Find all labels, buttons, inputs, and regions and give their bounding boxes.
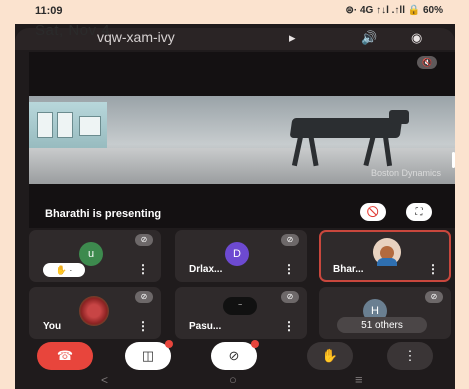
recents-button[interactable]: ≡: [355, 372, 363, 387]
participant-tile[interactable]: ⊘ You ⋮: [29, 287, 161, 339]
phone-screen: vqw-xam-ivy ▸ 🔊 ◉ 🔇 Boston Dynamics Bhar…: [15, 0, 455, 389]
participant-tile[interactable]: ⊘ D Drlax... ⋮: [175, 230, 307, 282]
notification-date: Sat, Nov 4: [35, 22, 111, 39]
video-watermark: Boston Dynamics: [370, 168, 441, 178]
camera-toggle-button[interactable]: ◫: [125, 340, 173, 370]
mic-off-icon: ⊘: [281, 291, 299, 303]
mic-off-icon: ⊘: [281, 234, 299, 246]
avatar: u: [79, 242, 103, 266]
mic-off-icon: ⊘: [135, 291, 153, 303]
avatar-logo: ~: [223, 297, 257, 315]
more-options-icon[interactable]: ⋮: [137, 262, 149, 276]
participant-name: Pasu...: [189, 321, 222, 332]
mic-off-icon: ⊘: [135, 234, 153, 246]
raise-hand-button[interactable]: ✋: [307, 342, 353, 370]
pin-off-button[interactable]: 🚫: [360, 203, 386, 221]
participant-tile[interactable]: ⊘ ~ Pasu... ⋮: [175, 287, 307, 339]
more-options-icon[interactable]: ⋮: [283, 262, 295, 276]
hand-icon: ✋: [321, 348, 339, 363]
raised-hand-icon: ✋ ·: [43, 263, 85, 277]
more-options-icon[interactable]: ⋮: [283, 319, 295, 333]
participant-name: Drlax...: [189, 264, 223, 275]
more-options-icon[interactable]: ⋮: [137, 319, 149, 333]
robot-head: [389, 110, 409, 124]
stage-mic-off-icon: 🔇: [417, 56, 437, 69]
scroll-indicator[interactable]: [452, 152, 455, 168]
end-call-icon: ☎: [56, 348, 74, 363]
status-bar: 11:09 ⊜· 4G ↑↓l .↑ll 🔒 60%: [15, 0, 455, 24]
avatar-photo: [79, 296, 109, 326]
others-count: 51 others: [337, 317, 427, 333]
mic-off-icon: ⊘: [425, 291, 443, 303]
participant-name: Bhar...: [333, 264, 364, 275]
presenting-label: Bharathi is presenting: [45, 208, 162, 220]
shared-video[interactable]: Boston Dynamics: [29, 96, 455, 184]
clock: 11:09: [35, 5, 63, 17]
avatar: D: [225, 242, 249, 266]
mic-off-icon: ⊘: [228, 348, 240, 363]
home-button[interactable]: ○: [229, 372, 237, 387]
call-controls: ☎ ◫ ⊘ ✋ ⋮: [15, 340, 455, 370]
more-icon: ⋮: [403, 348, 417, 363]
participant-tile[interactable]: ⊘ u ✋ · ⋮: [29, 230, 161, 282]
end-call-button[interactable]: ☎: [37, 342, 93, 370]
caret-icon[interactable]: ▸: [289, 30, 296, 46]
alert-badge: [251, 340, 259, 348]
others-tile[interactable]: ⊘ H 51 others: [319, 287, 451, 339]
mic-toggle-button[interactable]: ⊘: [211, 340, 259, 370]
fullscreen-button[interactable]: ⛶: [406, 203, 432, 221]
status-icons: ⊜· 4G ↑↓l .↑ll 🔒 60%: [345, 5, 443, 16]
avatar-photo: [373, 238, 401, 266]
more-button[interactable]: ⋮: [387, 342, 433, 370]
alert-badge: [165, 340, 173, 348]
more-options-icon[interactable]: ⋮: [427, 262, 439, 276]
participant-name: You: [43, 321, 62, 332]
floor: [29, 148, 455, 184]
participant-tile-active[interactable]: Bhar... ⋮: [319, 230, 451, 282]
back-button[interactable]: <: [101, 373, 108, 387]
speaker-icon[interactable]: 🔊: [361, 30, 377, 46]
system-navbar: < ○ ≡: [15, 372, 455, 389]
camera-off-icon: ◫: [141, 348, 155, 363]
switch-camera-icon[interactable]: ◉: [411, 30, 422, 46]
